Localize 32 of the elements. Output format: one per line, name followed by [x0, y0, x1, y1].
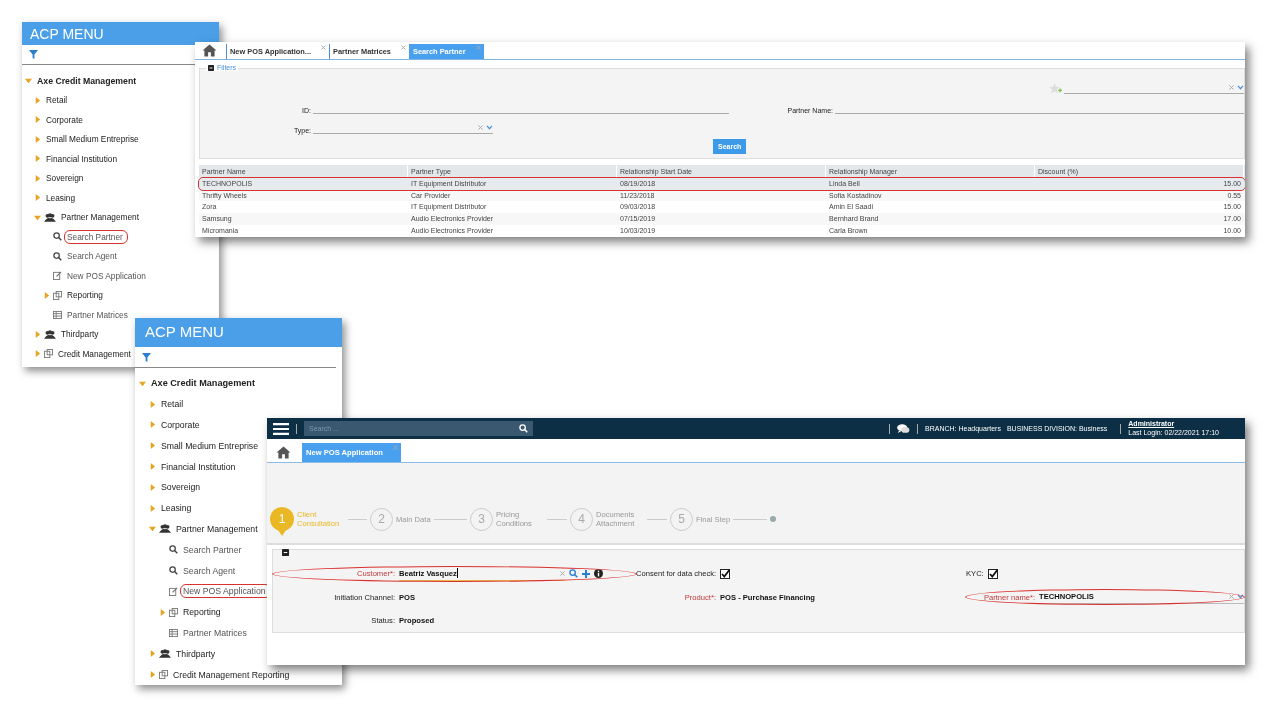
menu-item[interactable]: Leasing — [44, 191, 78, 204]
menu-item[interactable]: Sovereign — [44, 172, 86, 185]
menu-item[interactable]: Search Partner — [181, 543, 244, 556]
menu-item[interactable]: Search Agent — [181, 564, 238, 577]
menu-item[interactable]: Credit Management Reporting — [171, 668, 292, 681]
menu-item[interactable]: Leasing — [159, 502, 194, 515]
menu-item[interactable]: Search Agent — [65, 250, 119, 263]
menu-item[interactable]: Small Medium Entreprise — [44, 133, 141, 146]
menu-item[interactable]: Financial Institution — [159, 460, 238, 473]
menu-item[interactable]: Corporate — [159, 419, 202, 431]
menu-item[interactable]: Partner Management — [59, 211, 141, 224]
menu-item[interactable]: Financial Institution — [44, 152, 120, 165]
menu-title: ACP MENU — [22, 22, 219, 45]
menu-item[interactable]: New POS Application — [65, 269, 148, 282]
menu-item[interactable]: Axe Credit Management — [35, 74, 139, 87]
menu-item[interactable]: Axe Credit Management — [149, 377, 257, 390]
menu-title: ACP MENU — [135, 318, 342, 347]
menu-item[interactable]: Search Partner — [65, 230, 127, 243]
menu-item[interactable]: Retail — [159, 398, 186, 411]
menu-item[interactable]: Reporting — [65, 289, 105, 302]
menu-item[interactable]: Corporate — [44, 113, 85, 126]
menu-item[interactable]: Retail — [44, 94, 70, 107]
menu-item[interactable]: Sovereign — [159, 481, 203, 494]
menu-item[interactable]: Partner Management — [174, 522, 260, 535]
menu-item[interactable]: Thirdparty — [59, 328, 101, 341]
menu-item[interactable]: Credit Management — [56, 347, 133, 360]
menu-item[interactable]: Thirdparty — [174, 647, 218, 660]
menu-item[interactable]: Reporting — [181, 606, 223, 619]
menu-item[interactable]: Partner Matrices — [65, 308, 130, 321]
menu-item[interactable]: Small Medium Entreprise — [159, 439, 261, 452]
menu-item[interactable]: Partner Matrices — [181, 626, 249, 639]
menu-item[interactable]: New POS Application — [181, 585, 270, 598]
